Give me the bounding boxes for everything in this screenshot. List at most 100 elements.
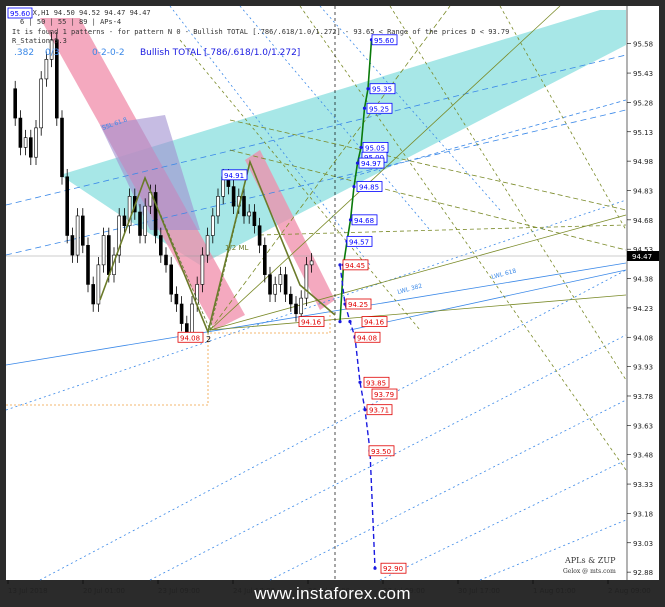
chart-window: 95.6095.3595.2595.0595.0094.9794.9194.85…: [0, 0, 665, 607]
candle-body: [107, 235, 111, 275]
apls-zup-label: APLs & ZUP: [564, 556, 616, 565]
forecast-down-point: [358, 380, 362, 384]
y-tick-label: 94.68: [633, 217, 653, 225]
fib-a-label: .382: [14, 48, 34, 58]
price-tag-red-text: 93.79: [374, 391, 394, 399]
forecast-up-point: [366, 87, 370, 91]
gelox-label: Gelox @ mts.com: [563, 568, 616, 575]
price-tag-red-text: 93.85: [366, 379, 386, 387]
pattern-code-label: 0-2-0-2: [92, 48, 125, 58]
price-tag-red-text: 94.16: [364, 319, 385, 327]
candle-body: [268, 274, 272, 295]
top-left-box: 95.60: [10, 10, 30, 18]
y-tick-label: 92.88: [633, 569, 653, 577]
candle-body: [242, 196, 246, 217]
half-ml-label: 1/2 ML: [225, 244, 249, 252]
candle-body: [13, 88, 17, 119]
y-tick-label: 93.63: [633, 422, 653, 430]
candle-body: [96, 264, 101, 305]
price-tag-red-text: 94.08: [180, 334, 200, 342]
price-tag-blue-text: 95.05: [365, 144, 385, 152]
candle-body: [75, 215, 80, 256]
y-tick-label: 93.03: [633, 540, 653, 548]
candle-body: [169, 264, 173, 295]
candle-body: [122, 215, 127, 227]
y-tick-label: 93.48: [633, 452, 653, 460]
price-tag-blue-text: 94.68: [354, 217, 374, 225]
candle-body: [288, 293, 293, 305]
forecast-down-point: [373, 566, 377, 570]
candle-body: [86, 244, 90, 285]
candle-body: [39, 78, 44, 129]
y-tick-label: 95.28: [633, 99, 653, 107]
price-axis: [627, 6, 659, 580]
price-tag-blue-text: 95.25: [369, 105, 389, 113]
candle-body: [299, 297, 304, 315]
y-tick-label: 95.43: [633, 70, 653, 78]
forecast-down-point: [338, 263, 342, 267]
forecast-up-point: [352, 184, 356, 189]
price-tag-red-text: 94.08: [357, 334, 377, 342]
price-tag-red-text: 94.25: [348, 301, 368, 309]
candle-body: [159, 235, 163, 256]
y-tick-label: 95.58: [633, 41, 653, 49]
pattern-name-label: Bullish TOTAL [.786/.618/1.0/1.272]: [140, 48, 300, 58]
candle-body: [257, 225, 262, 246]
price-tag-red-text: 93.71: [369, 407, 389, 415]
price-tag-blue-text: 94.85: [359, 184, 379, 192]
price-tag-blue-text: 94.57: [349, 238, 369, 246]
candle-body: [262, 244, 267, 275]
candle-body: [138, 211, 142, 236]
candle-body: [278, 274, 283, 285]
candle-body: [60, 117, 64, 178]
candle-body: [179, 303, 184, 324]
candle-body: [164, 254, 168, 266]
candle-body: [252, 211, 257, 227]
price-tag-red-text: 94.45: [345, 262, 365, 270]
forecast-up-point: [338, 320, 342, 324]
y-tick-label: 95.13: [633, 129, 653, 137]
candle-body: [231, 186, 236, 207]
candle-body: [28, 137, 33, 158]
candle-body: [81, 215, 85, 246]
candle-body: [70, 235, 75, 256]
candle-body: [200, 254, 205, 285]
candle-body: [91, 284, 95, 305]
candle-body: [18, 117, 23, 148]
y-tick-label: 93.33: [633, 481, 653, 489]
candle-body: [44, 59, 49, 80]
price-tag-blue-text: 94.97: [361, 160, 381, 168]
y-tick-label: 94.98: [633, 158, 653, 166]
y-tick-label: 94.23: [633, 305, 653, 313]
price-tag-red-text: 93.50: [371, 448, 391, 456]
forecast-up-point: [359, 145, 363, 150]
candle-body: [283, 274, 288, 295]
candle-body: [216, 196, 220, 217]
price-tag-blue-text: 95.60: [374, 37, 394, 45]
candle-body: [34, 127, 38, 158]
candle-body: [174, 293, 179, 305]
candle-body: [309, 260, 314, 266]
candle-body: [304, 264, 309, 299]
candle-body: [153, 192, 158, 236]
candle-body: [23, 137, 28, 148]
forecast-down-point: [363, 408, 367, 412]
price-tag-red-text: 94.16: [301, 319, 322, 327]
price-tag-blue-text: 95.35: [372, 86, 392, 94]
point-2-label: 2: [206, 335, 211, 344]
site-watermark: www.instaforex.com: [254, 584, 411, 603]
price-tag-blue-text: 94.91: [224, 172, 244, 180]
candle-body: [205, 235, 210, 256]
current-price-text: 94.47: [632, 253, 652, 261]
info-line: It is found 1 patterns - for pattern N 0…: [12, 28, 509, 36]
candle-body: [101, 235, 106, 266]
fib-b-label: 0/3: [45, 48, 59, 58]
station-line: R_Station-9.3: [12, 37, 67, 45]
params-line: 6 | 50 | 55 | 89 | APs-4: [20, 18, 121, 26]
y-tick-label: 93.18: [633, 510, 653, 518]
symbol-line: USDX,H1 94.50 94.52 94.47 94.47: [20, 9, 151, 17]
candle-body: [273, 284, 278, 295]
y-tick-label: 93.78: [633, 393, 653, 401]
candle-body: [247, 211, 251, 217]
y-tick-label: 94.83: [633, 187, 653, 195]
